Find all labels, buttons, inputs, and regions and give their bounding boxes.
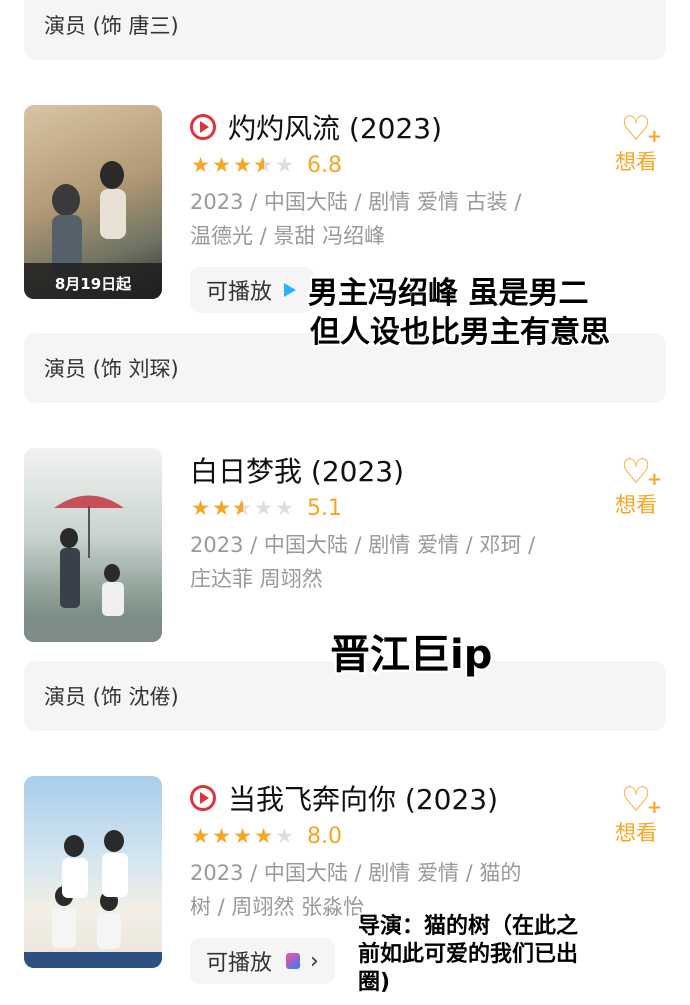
- movie-meta: 2023 / 中国大陆 / 剧情 爱情 古装 / 温德光 / 景甜 冯绍峰: [190, 190, 522, 248]
- role-text: 演员 (饰 刘琛): [44, 357, 179, 381]
- role-bar: 演员 (饰 唐三): [24, 0, 666, 60]
- streaming-logo-icon: [286, 953, 301, 969]
- overlay-caption: 前如此可爱的我们已出: [358, 942, 579, 967]
- star-rating: ★ ★ ★ ★ ★: [190, 826, 295, 847]
- want-to-watch-button[interactable]: ♡ + 想看: [606, 783, 666, 847]
- star-icon: ★: [233, 824, 252, 848]
- star-icon: ★: [254, 496, 273, 520]
- heart-plus-icon: ♡ +: [620, 452, 662, 492]
- movie-poster[interactable]: [24, 448, 162, 642]
- play-circle-icon: [190, 114, 216, 140]
- star-icon: ★: [275, 496, 294, 520]
- rating-score: 5.1: [307, 496, 342, 521]
- poster-date: 8月19日起: [54, 275, 132, 293]
- star-icon: ★: [191, 153, 210, 177]
- movie-title-text: 白日梦我 (2023): [190, 455, 405, 488]
- playable-label: 可播放: [206, 951, 273, 976]
- star-icon: ★: [212, 153, 231, 177]
- star-icon: ★: [212, 496, 231, 520]
- star-icon: ★: [275, 824, 294, 848]
- rating-score: 8.0: [307, 824, 342, 849]
- heart-plus-icon: ♡ +: [620, 109, 662, 149]
- overlay-caption: 晋江巨ip: [330, 632, 493, 678]
- poster-illustration: [24, 830, 162, 968]
- movie-title-text: 灼灼风流 (2023): [228, 112, 443, 145]
- role-text: 演员 (饰 沈倦): [44, 685, 179, 709]
- movie-poster[interactable]: 8月19日起: [24, 105, 162, 299]
- role-text: 演员 (饰 唐三): [44, 14, 179, 38]
- playable-button[interactable]: 可播放: [190, 267, 315, 313]
- star-icon: ★: [212, 824, 231, 848]
- star-icon: ★: [191, 824, 210, 848]
- rating-row: ★★★★★ 6.8: [190, 153, 342, 178]
- overlay-caption: 圈): [358, 970, 391, 995]
- heart-plus-icon: ♡ +: [620, 780, 662, 820]
- want-to-watch-button[interactable]: ♡ + 想看: [606, 112, 666, 176]
- star-icon: ★: [254, 824, 273, 848]
- chevron-right-icon: ›: [310, 948, 319, 974]
- star-rating: ★ ★ ★ ★ ★: [190, 153, 295, 177]
- star-icon: ★: [253, 155, 274, 177]
- star-icon: ★: [191, 496, 210, 520]
- streaming-logo-icon: [284, 283, 298, 297]
- movie-meta: 2023 / 中国大陆 / 剧情 爱情 / 邓珂 / 庄达菲 周翊然: [190, 533, 536, 591]
- rating-row: ★ ★ ★ ★ ★ 8.0: [190, 824, 342, 849]
- overlay-caption: 男主冯绍峰 虽是男二: [308, 276, 589, 311]
- overlay-caption: 但人设也比男主有意思: [310, 315, 610, 350]
- movie-title[interactable]: 灼灼风流 (2023): [190, 107, 442, 147]
- movie-title[interactable]: 当我飞奔向你 (2023): [190, 778, 498, 818]
- movie-poster[interactable]: [24, 776, 162, 968]
- star-rating: ★ ★ ★ ★ ★: [190, 496, 295, 520]
- play-circle-icon: [190, 785, 216, 811]
- poster-illustration: [24, 161, 162, 299]
- star-icon: ★: [233, 153, 252, 177]
- playable-label: 可播放: [206, 280, 273, 305]
- movie-title-text: 当我飞奔向你 (2023): [228, 783, 499, 816]
- want-to-watch-button[interactable]: ♡ + 想看: [606, 455, 666, 519]
- poster-illustration: [24, 495, 162, 642]
- star-icon: ★: [232, 498, 253, 520]
- rating-score: 6.8: [307, 153, 342, 178]
- rating-row: ★★★★★ 5.1: [190, 496, 342, 521]
- movie-title[interactable]: 白日梦我 (2023): [190, 450, 404, 490]
- star-icon: ★: [275, 153, 294, 177]
- playable-button[interactable]: 可播放 ›: [190, 938, 335, 984]
